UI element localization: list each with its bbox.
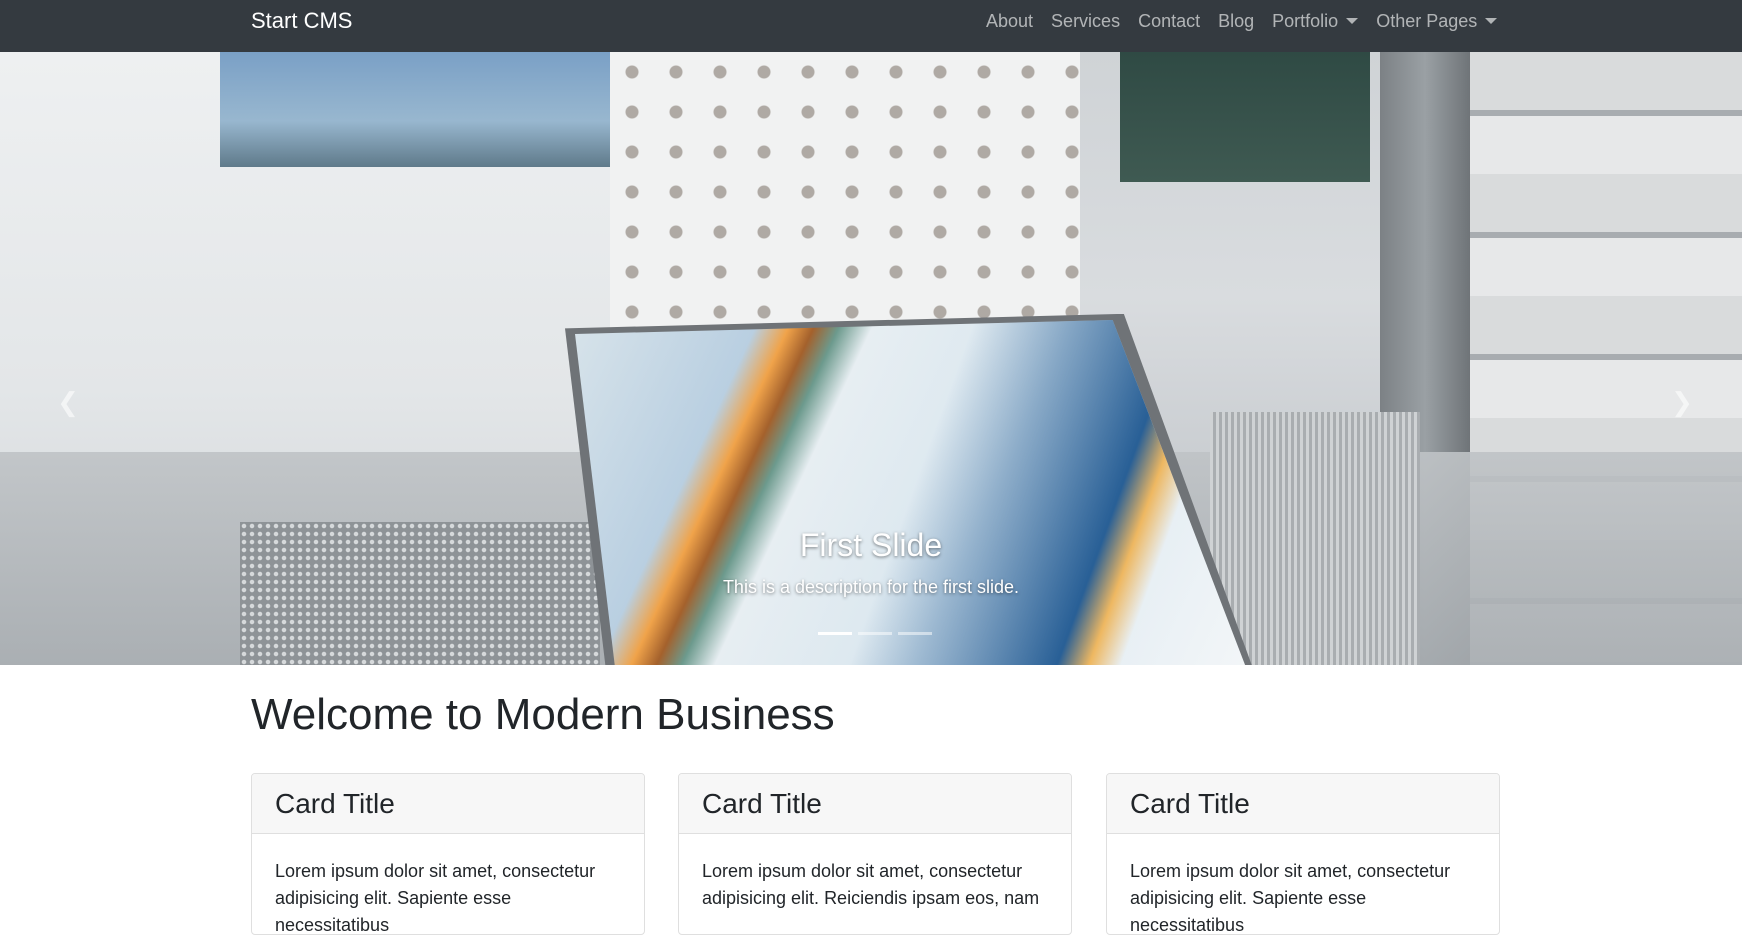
slide-background <box>220 52 610 167</box>
nav-dropdown-portfolio-label: Portfolio <box>1272 11 1339 31</box>
carousel-indicator-2[interactable] <box>858 632 892 635</box>
card-text: Lorem ipsum dolor sit amet, consectetur … <box>275 861 596 935</box>
top-navbar: Start CMS About Services Contact Blog Po… <box>0 0 1742 52</box>
carousel-indicator-1[interactable] <box>818 632 852 635</box>
card-title: Card Title <box>679 774 1071 834</box>
carousel-prev-button[interactable]: ❮ <box>56 387 80 417</box>
card: Card Title Lorem ipsum dolor sit amet, c… <box>251 773 645 935</box>
card-title: Card Title <box>1107 774 1499 834</box>
card: Card Title Lorem ipsum dolor sit amet, c… <box>1106 773 1500 935</box>
page-title: Welcome to Modern Business <box>251 690 835 739</box>
card-title: Card Title <box>252 774 644 834</box>
slide-caption-text: This is a description for the first slid… <box>722 577 1020 597</box>
slide-caption-title: First Slide <box>799 527 943 563</box>
brand-link[interactable]: Start CMS <box>251 8 352 34</box>
nav-links: About Services Contact Blog Portfolio Ot… <box>977 10 1506 32</box>
carousel-indicator-3[interactable] <box>898 632 932 635</box>
nav-link-services[interactable]: Services <box>1042 10 1129 32</box>
nav-dropdown-other-pages-label: Other Pages <box>1376 11 1478 31</box>
hero-carousel: ❮ ❯ First Slide This is a description fo… <box>0 52 1742 665</box>
nav-dropdown-portfolio[interactable]: Portfolio <box>1263 10 1367 32</box>
chevron-left-icon: ❮ <box>57 387 79 417</box>
carousel-indicators <box>818 632 932 635</box>
nav-link-blog[interactable]: Blog <box>1209 10 1263 32</box>
carousel-next-button[interactable]: ❯ <box>1670 387 1694 417</box>
nav-link-about[interactable]: About <box>977 10 1042 32</box>
laptop-screen-image <box>575 320 1247 665</box>
slide-background <box>610 52 1080 352</box>
slide-background <box>1120 52 1370 182</box>
card: Card Title Lorem ipsum dolor sit amet, c… <box>678 773 1072 935</box>
nav-dropdown-other-pages[interactable]: Other Pages <box>1367 10 1506 32</box>
chevron-right-icon: ❯ <box>1671 387 1693 417</box>
card-text: Lorem ipsum dolor sit amet, consectetur … <box>1130 861 1451 935</box>
nav-link-contact[interactable]: Contact <box>1129 10 1209 32</box>
caret-down-icon <box>1485 18 1498 24</box>
caret-down-icon <box>1346 18 1359 24</box>
card-text: Lorem ipsum dolor sit amet, consectetur … <box>702 861 1040 908</box>
